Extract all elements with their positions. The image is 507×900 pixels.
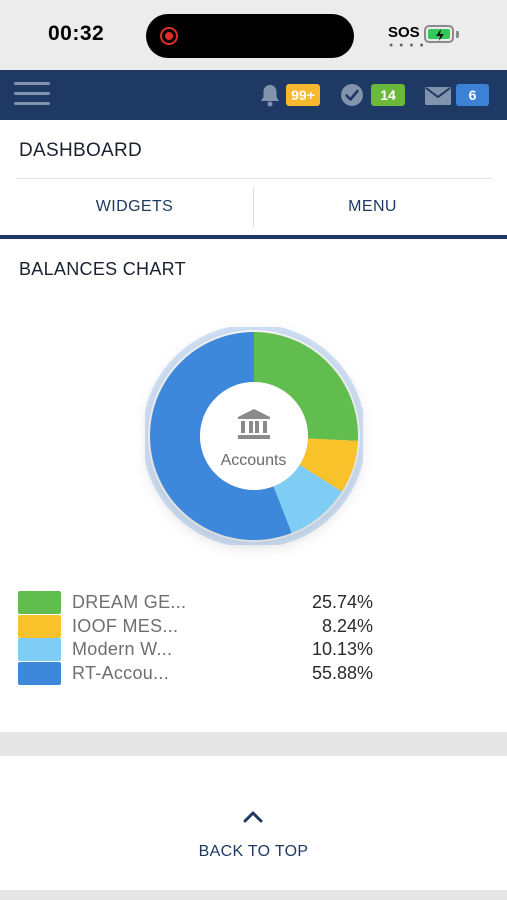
- hamburger-menu-icon[interactable]: [14, 82, 50, 106]
- divider: [16, 178, 492, 179]
- battery-tip: [456, 31, 459, 38]
- back-to-top-button[interactable]: BACK TO TOP: [180, 810, 327, 865]
- tab-menu[interactable]: MENU: [254, 187, 491, 227]
- tab-widgets[interactable]: WIDGETS: [16, 187, 253, 227]
- legend-label: IOOF MES...: [72, 616, 179, 636]
- signal-dots-icon: ● ● ● ●: [389, 42, 426, 49]
- legend-swatch: [18, 638, 61, 661]
- dynamic-island: [146, 14, 354, 58]
- notifications-badge[interactable]: 99+: [286, 84, 320, 106]
- page-title: DASHBOARD: [19, 140, 143, 161]
- back-to-top-label: BACK TO TOP: [198, 843, 309, 860]
- section-separator: [0, 732, 507, 756]
- sos-indicator: SOS: [388, 24, 420, 41]
- legend-swatch: [18, 591, 61, 614]
- section-divider: [0, 235, 507, 239]
- battery-icon: [424, 25, 454, 43]
- legend-swatch: [18, 615, 61, 638]
- legend-label: Modern W...: [72, 639, 173, 659]
- legend-swatch: [18, 662, 61, 685]
- status-bar: 00:32 SOS ● ● ● ●: [0, 0, 507, 70]
- legend-item[interactable]: DREAM GE... 25.74%: [18, 591, 378, 615]
- bell-icon[interactable]: [259, 83, 281, 107]
- bottom-band: [0, 890, 507, 900]
- status-time: 00:32: [48, 22, 105, 45]
- legend-item[interactable]: RT-Accou... 55.88%: [18, 662, 378, 686]
- check-circle-icon[interactable]: [340, 83, 364, 107]
- legend-label: DREAM GE...: [72, 592, 187, 612]
- app-header: 99+ 14 6: [0, 70, 507, 120]
- legend-percentage: 8.24%: [321, 616, 373, 636]
- messages-badge[interactable]: 6: [456, 84, 489, 106]
- legend-item[interactable]: IOOF MES... 8.24%: [18, 615, 378, 639]
- mail-icon[interactable]: [425, 87, 451, 105]
- legend-percentage: 55.88%: [311, 663, 373, 683]
- chart-title: BALANCES CHART: [19, 259, 186, 279]
- chevron-up-icon: [243, 811, 263, 823]
- tasks-badge[interactable]: 14: [371, 84, 405, 106]
- legend-percentage: 10.13%: [311, 639, 373, 659]
- donut-center-label: Accounts: [220, 452, 287, 469]
- legend-item[interactable]: Modern W... 10.13%: [18, 638, 378, 662]
- bank-icon: [238, 409, 270, 439]
- legend-label: RT-Accou...: [72, 663, 170, 683]
- screen-recording-icon: [160, 27, 178, 45]
- legend-percentage: 25.74%: [311, 592, 373, 612]
